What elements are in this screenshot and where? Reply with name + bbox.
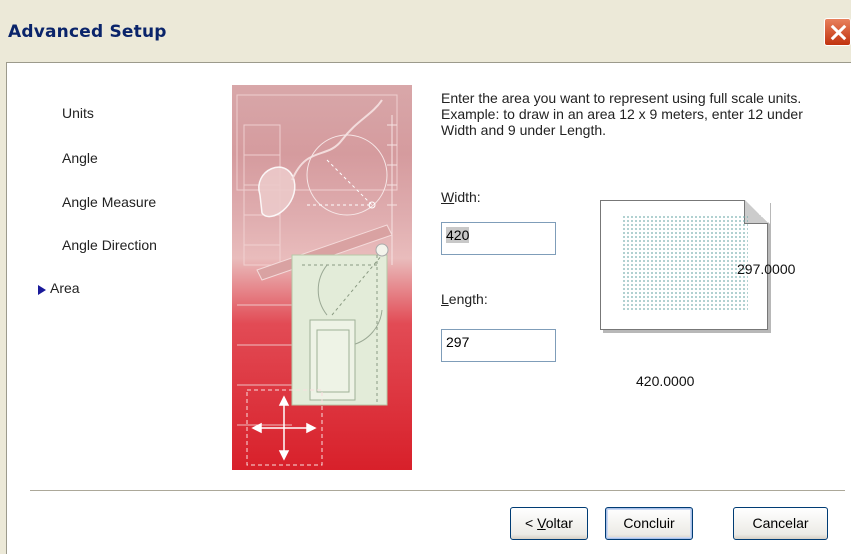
back-button[interactable]: < Voltar [510, 507, 588, 540]
finish-button[interactable]: Concluir [605, 507, 693, 540]
cancel-button[interactable]: Cancelar [733, 507, 828, 540]
step-angle-measure: Angle Measure [62, 194, 157, 210]
window-title: Advanced Setup [8, 22, 167, 42]
step-area: Area [50, 280, 80, 296]
grid-dots [622, 215, 748, 311]
length-label: Length: [441, 291, 488, 307]
step-angle: Angle [62, 150, 98, 166]
preview-width-value: 420.0000 [636, 373, 695, 389]
step-units: Units [62, 105, 94, 121]
setup-illustration [232, 85, 412, 470]
width-label: Width: [441, 189, 481, 205]
close-icon[interactable] [824, 18, 851, 46]
instruction-text: Enter the area you want to represent usi… [441, 90, 803, 138]
width-input[interactable]: 420 [441, 222, 556, 255]
preview-height-value: 297.0000 [737, 261, 796, 277]
step-angle-direction: Angle Direction [62, 237, 157, 253]
title-bar[interactable]: Advanced Setup [0, 0, 851, 62]
separator-line [30, 490, 845, 492]
length-input[interactable]: 297 [441, 329, 556, 362]
current-step-arrow-icon [38, 285, 46, 295]
